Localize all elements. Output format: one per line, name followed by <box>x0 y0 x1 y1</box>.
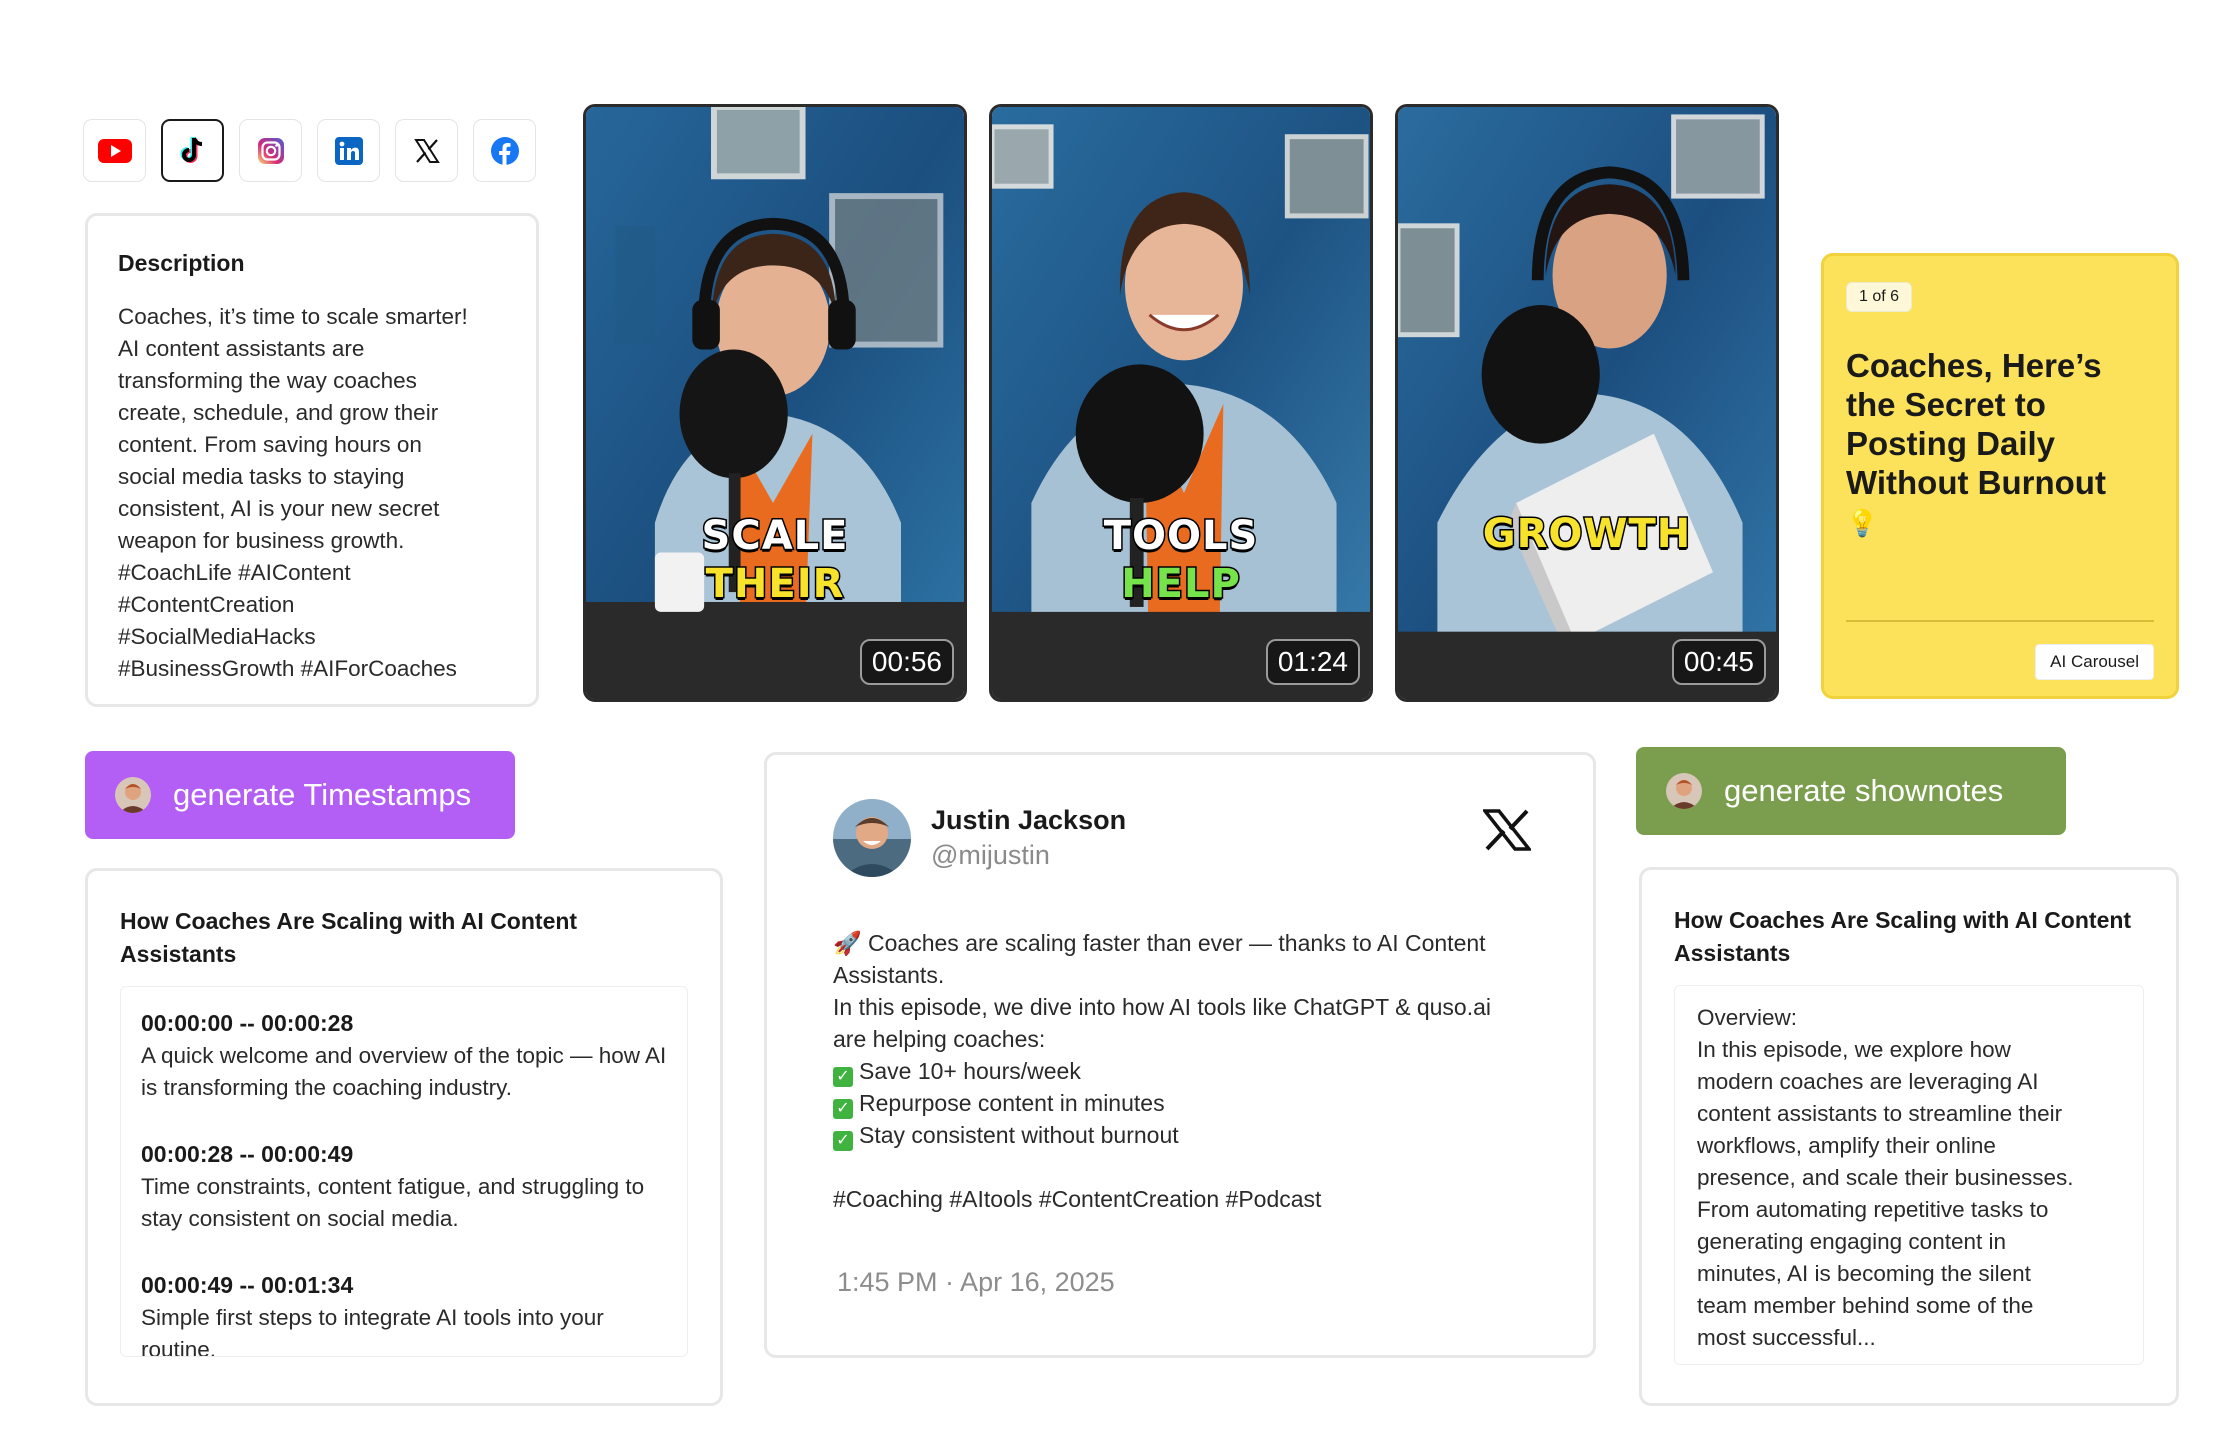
youtube-button[interactable] <box>83 119 146 182</box>
timestamps-title: How Coaches Are Scaling with AI Content … <box>120 908 578 967</box>
list-item: ✓ Stay consistent without burnout <box>833 1119 1527 1151</box>
video-thumbnail-2 <box>992 107 1370 699</box>
tweet-header: Justin Jackson @mijustin <box>833 799 1527 877</box>
list-item: 00:00:49 -- 00:01:34 Simple first steps … <box>141 1269 667 1357</box>
description-title: Description <box>118 250 245 276</box>
instagram-button[interactable] <box>239 119 302 182</box>
video-caption-3-line1: GROWTH <box>1481 510 1692 559</box>
ai-carousel-card[interactable]: 1 of 6 Coaches, Here’s the Secret to Pos… <box>1821 253 2179 699</box>
timestamp-text: Time constraints, content fatigue, and s… <box>141 1174 645 1231</box>
generate-timestamps-button[interactable]: generate Timestamps <box>85 751 515 839</box>
tweet-check-text: Save 10+ hours/week <box>859 1058 1081 1084</box>
video-caption-2-line2: HELP <box>1120 560 1242 609</box>
tiktok-icon <box>180 136 202 163</box>
video-duration-2: 01:24 <box>1265 639 1360 685</box>
video-thumbnail-3 <box>1398 107 1776 699</box>
linkedin-icon <box>334 136 363 165</box>
avatar-icon <box>1666 773 1702 809</box>
carousel-type-tag: AI Carousel <box>2035 644 2154 680</box>
x-logo-icon <box>1483 809 1531 851</box>
description-body: Coaches, it’s time to scale smarter! AI … <box>118 304 468 681</box>
instagram-icon <box>257 137 284 164</box>
shownotes-title: How Coaches Are Scaling with AI Content … <box>1674 907 2132 966</box>
avatar <box>1666 773 1702 809</box>
video-clip-1[interactable]: SCALE THEIR 00:56 <box>583 104 967 702</box>
lightbulb-icon: 💡 <box>1846 508 1879 538</box>
timestamps-list[interactable]: 00:00:00 -- 00:00:28 A quick welcome and… <box>120 986 688 1357</box>
profile-photo-icon <box>833 799 911 877</box>
tweet-body: 🚀 Coaches are scaling faster than ever —… <box>833 927 1527 1215</box>
tweet-timestamp: 1:45 PM · Apr 16, 2025 <box>837 1267 1115 1297</box>
video-clip-3[interactable]: GROWTH 00:45 <box>1395 104 1779 702</box>
tweet-line-1: Coaches are scaling faster than ever — t… <box>833 930 1486 988</box>
avatar-icon <box>115 777 151 813</box>
timestamp-text: Simple first steps to integrate AI tools… <box>141 1305 604 1357</box>
video-duration-3: 00:45 <box>1671 639 1766 685</box>
shownotes-content[interactable]: Overview: In this episode, we explore ho… <box>1674 985 2144 1365</box>
facebook-icon <box>490 136 519 165</box>
shownotes-body: Overview: In this episode, we explore ho… <box>1697 1005 2074 1350</box>
tweet-hashtags[interactable]: #Coaching #AItools #ContentCreation #Pod… <box>833 1183 1527 1215</box>
list-item: 00:00:00 -- 00:00:28 A quick welcome and… <box>141 1007 667 1104</box>
carousel-divider <box>1846 620 2154 622</box>
timestamp-range: 00:00:49 -- 00:01:34 <box>141 1272 354 1298</box>
generate-shownotes-label: generate shownotes <box>1724 773 2004 808</box>
x-button[interactable] <box>395 119 458 182</box>
carousel-counter: 1 of 6 <box>1846 282 1913 312</box>
carousel-title: Coaches, Here’s the Secret to Posting Da… <box>1846 347 2106 501</box>
video-caption-2-line1: TOOLS <box>1102 512 1259 561</box>
video-caption-1-line1: SCALE <box>700 512 849 561</box>
video-thumbnail-1 <box>586 107 964 699</box>
video-duration-1: 00:56 <box>859 639 954 685</box>
tweet-author-name[interactable]: Justin Jackson <box>931 805 1126 836</box>
tiktok-button[interactable] <box>161 119 224 182</box>
description-card: Description Coaches, it’s time to scale … <box>85 213 539 707</box>
youtube-icon <box>97 138 132 163</box>
linkedin-button[interactable] <box>317 119 380 182</box>
list-item: 00:00:28 -- 00:00:49 Time constraints, c… <box>141 1138 667 1235</box>
facebook-button[interactable] <box>473 119 536 182</box>
tweet-card: Justin Jackson @mijustin 🚀 Coaches are s… <box>764 752 1596 1358</box>
timestamp-range: 00:00:28 -- 00:00:49 <box>141 1141 354 1167</box>
video-caption-1-line2: THEIR <box>704 560 845 609</box>
checkmark-icon: ✓ <box>833 1099 853 1119</box>
timestamp-range: 00:00:00 -- 00:00:28 <box>141 1010 354 1036</box>
x-icon <box>413 138 440 163</box>
platform-selector <box>83 119 536 182</box>
tweet-check-text: Stay consistent without burnout <box>859 1122 1179 1148</box>
tweet-line-2: In this episode, we dive into how AI too… <box>833 994 1491 1052</box>
list-item: ✓ Repurpose content in minutes <box>833 1087 1527 1119</box>
checkmark-icon: ✓ <box>833 1131 853 1151</box>
rocket-icon: 🚀 <box>833 930 862 956</box>
shownotes-card: How Coaches Are Scaling with AI Content … <box>1639 867 2179 1406</box>
video-clip-2[interactable]: TOOLS HELP 01:24 <box>989 104 1373 702</box>
list-item: ✓ Save 10+ hours/week <box>833 1055 1527 1087</box>
generate-shownotes-button[interactable]: generate shownotes <box>1636 747 2066 835</box>
avatar <box>115 777 151 813</box>
checkmark-icon: ✓ <box>833 1067 853 1087</box>
timestamp-text: A quick welcome and overview of the topi… <box>141 1043 667 1100</box>
tweet-check-text: Repurpose content in minutes <box>859 1090 1165 1116</box>
avatar[interactable] <box>833 799 911 877</box>
tweet-author-handle[interactable]: @mijustin <box>931 840 1126 871</box>
generate-timestamps-label: generate Timestamps <box>173 777 472 812</box>
timestamps-card: How Coaches Are Scaling with AI Content … <box>85 868 723 1406</box>
